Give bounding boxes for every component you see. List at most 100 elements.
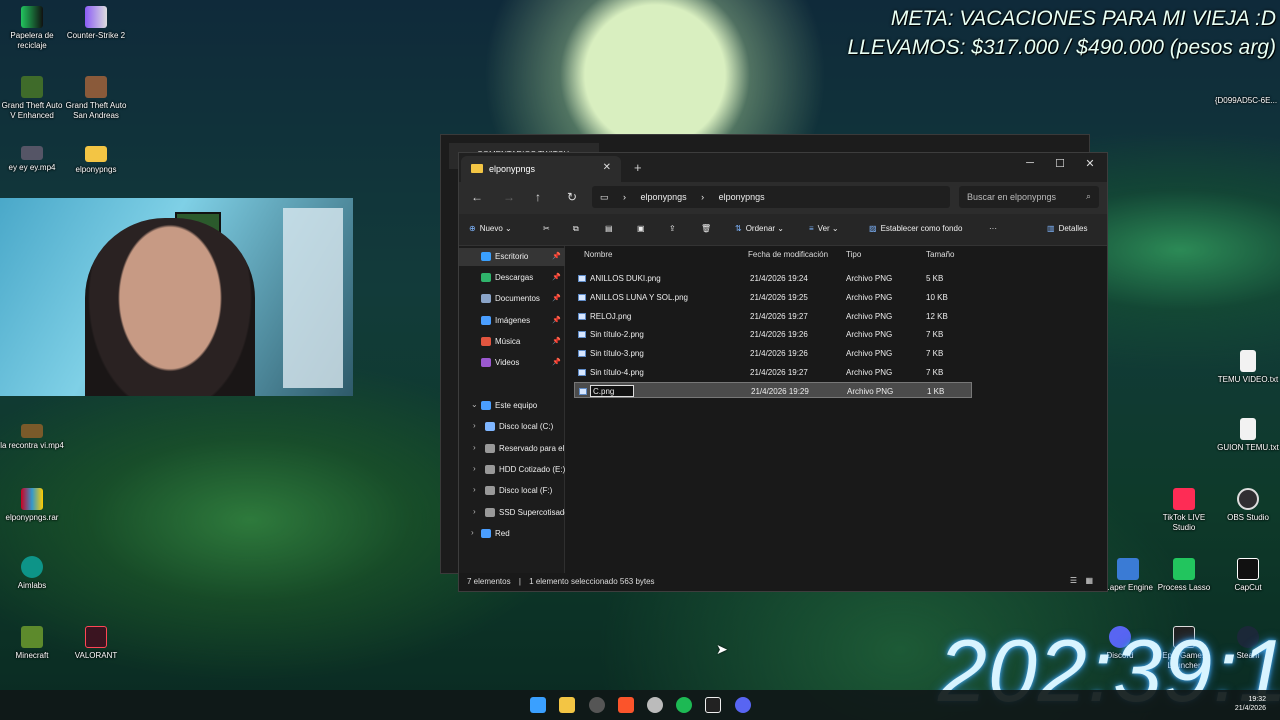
desktop-icon-recycle-bin[interactable]: Papelera de reciclaje <box>0 6 64 51</box>
desktop-icon-valorant[interactable]: VALORANT <box>64 626 128 661</box>
nav-item-red[interactable]: › Red <box>459 525 565 543</box>
maximize-icon[interactable]: ☐ <box>1045 157 1075 170</box>
desktop-icon-video-1[interactable]: ey ey ey.mp4 <box>0 146 64 173</box>
tab-elponypngs[interactable]: elponypngs ✕ <box>461 156 621 182</box>
capcut-taskbar-icon[interactable] <box>705 697 721 713</box>
desktop-icon-gta-v[interactable]: Grand Theft Auto V Enhanced <box>0 76 64 121</box>
column-header-date[interactable]: Fecha de modificación <box>748 250 828 259</box>
nav-item-ssd[interactable]: › SSD Supercotisado <box>459 504 565 522</box>
desktop-icon-aimlabs[interactable]: Aimlabs <box>0 556 64 591</box>
text-file-icon <box>1240 350 1256 372</box>
new-button[interactable]: ⊕ Nuevo ⌄ <box>469 224 512 233</box>
breadcrumb[interactable]: ▭ › elponypngs › elponypngs <box>592 186 950 208</box>
nav-item-disco-c[interactable]: › Disco local (C:) <box>459 418 565 436</box>
up-arrow-icon[interactable]: ↑ <box>535 190 541 204</box>
search-input[interactable]: Buscar en elponypngs ⌕ <box>959 186 1099 208</box>
share-icon[interactable]: ⇪ <box>669 224 676 233</box>
desktop-icon-tiktok-live[interactable]: TikTok LIVE Studio <box>1152 488 1216 533</box>
nav-item-hdd-e[interactable]: › HDD Cotizado (E:) <box>459 461 565 479</box>
column-header-type[interactable]: Tipo <box>846 250 861 259</box>
breadcrumb-item[interactable]: elponypngs <box>641 192 687 202</box>
chevron-right-icon: › <box>473 443 476 452</box>
steam-taskbar-icon[interactable] <box>589 697 605 713</box>
videos-icon <box>481 358 491 367</box>
set-background-button[interactable]: ▨ Establecer como fondo <box>869 224 962 233</box>
start-windows-icon[interactable] <box>530 697 546 713</box>
table-row[interactable]: Sin título-2.png 21/4/2026 19:26 Archivo P… <box>574 326 972 342</box>
title-bar[interactable]: elponypngs ✕ + ─ ☐ ✕ <box>459 153 1107 182</box>
desktop-icon-video-2[interactable]: la recontra vi.mp4 <box>0 424 64 451</box>
file-explorer-icon[interactable] <box>559 697 575 713</box>
desktop-icon-rar[interactable]: elponypngs.rar <box>0 488 64 523</box>
network-icon <box>481 529 491 538</box>
desktop-icon-minecraft[interactable]: Minecraft <box>0 626 64 661</box>
rename-input[interactable]: C.png <box>590 385 634 397</box>
table-row[interactable]: Sin título-4.png 21/4/2026 19:27 Archivo P… <box>574 364 972 380</box>
chevron-right-icon: › <box>701 192 705 202</box>
spotify-icon[interactable] <box>676 697 692 713</box>
table-row-selected[interactable]: C.png 21/4/2026 19:29 Archivo PNG 1 KB <box>574 382 972 398</box>
breadcrumb-item[interactable]: elponypngs <box>719 192 765 202</box>
pin-icon: 📌 <box>552 359 561 366</box>
nav-item-descargas[interactable]: Descargas 📌 <box>459 269 565 287</box>
delete-icon[interactable]: 🗑 <box>701 224 711 233</box>
pin-icon: 📌 <box>552 295 561 302</box>
nav-item-reservado[interactable]: › Reservado para el <box>459 440 565 458</box>
rename-icon[interactable]: ▣ <box>637 224 645 233</box>
nav-item-este-equipo[interactable]: ⌄ Este equipo <box>459 397 565 415</box>
sort-button[interactable]: ⇅ Ordenar ⌄ <box>735 224 784 233</box>
back-arrow-icon[interactable]: ← <box>471 190 483 204</box>
nav-item-escritorio[interactable]: Escritorio 📌 <box>459 248 565 266</box>
desktop-icon-capcut[interactable]: CapCut <box>1216 558 1280 593</box>
desktop-icon-obs[interactable]: OBS Studio <box>1216 488 1280 523</box>
table-row[interactable]: Sin título-3.png 21/4/2026 19:26 Archivo P… <box>574 345 972 361</box>
desktop-icon-gta-sa[interactable]: Grand Theft Auto San Andreas <box>64 76 128 121</box>
nav-item-musica[interactable]: Música 📌 <box>459 333 565 351</box>
cut-icon[interactable]: ✂ <box>543 224 550 233</box>
navigation-pane: Escritorio 📌 Descargas 📌 Documentos 📌 Imáge… <box>459 246 565 573</box>
system-tray-clock[interactable]: 19:32 21/4/2026 <box>1235 695 1266 713</box>
table-row[interactable]: ANILLOS LUNA Y SOL.png 21/4/2026 19:25 Arc… <box>574 289 972 305</box>
paste-icon[interactable]: ▤ <box>605 224 613 233</box>
details-view-icon[interactable]: ☰ <box>1070 576 1077 585</box>
minimize-icon[interactable]: ─ <box>1015 157 1045 169</box>
close-tab-icon[interactable]: ✕ <box>603 162 611 173</box>
gta-sa-icon <box>85 76 107 98</box>
chevron-right-icon: › <box>623 192 627 202</box>
column-header-size[interactable]: Tamaño <box>926 250 954 259</box>
copy-icon[interactable]: ⧉ <box>573 224 579 234</box>
desktop-icon <box>481 252 491 261</box>
desktop-icon-cs2[interactable]: Counter-Strike 2 <box>64 6 128 41</box>
folder-icon <box>471 164 483 173</box>
file-explorer-window[interactable]: elponypngs ✕ + ─ ☐ ✕ ← → ↑ ↻ ▭ › elponyp… <box>458 152 1108 592</box>
forward-arrow-icon[interactable]: → <box>503 190 515 204</box>
brave-browser-icon[interactable] <box>618 697 634 713</box>
nav-item-disco-f[interactable]: › Disco local (F:) <box>459 482 565 500</box>
rar-archive-icon <box>21 488 43 510</box>
desktop-icon-guid-file[interactable]: {D099AD5C-6E... <box>1214 96 1278 106</box>
pictures-icon <box>481 316 491 325</box>
close-window-icon[interactable]: ✕ <box>1075 157 1105 170</box>
refresh-icon[interactable]: ↻ <box>567 190 577 204</box>
view-icon: ≡ <box>809 224 814 233</box>
streamer <box>85 218 255 396</box>
tiles-view-icon[interactable]: ▦ <box>1085 576 1093 585</box>
ccleaner-icon[interactable] <box>647 697 663 713</box>
view-button[interactable]: ≡ Ver ⌄ <box>809 224 839 233</box>
desktop-icon-process-lasso[interactable]: Process Lasso <box>1152 558 1216 593</box>
column-header-name[interactable]: Nombre <box>584 250 612 259</box>
nav-item-videos[interactable]: Videos 📌 <box>459 354 565 372</box>
desktop-icon-guion-temu[interactable]: GUION TEMU.txt <box>1216 418 1280 453</box>
desktop-icon-folder-elponypngs[interactable]: elponypngs <box>64 146 128 175</box>
discord-taskbar-icon[interactable] <box>735 697 751 713</box>
pin-icon: 📌 <box>552 253 561 260</box>
tray-time: 19:32 <box>1248 696 1266 703</box>
nav-item-documentos[interactable]: Documentos 📌 <box>459 290 565 308</box>
desktop-icon-temu-video[interactable]: TEMU VIDEO.txt <box>1216 350 1280 385</box>
details-button[interactable]: ▥ Detalles <box>1047 224 1087 233</box>
new-tab-icon[interactable]: + <box>634 160 642 175</box>
table-row[interactable]: RELOJ.png 21/4/2026 19:27 Archivo PNG 12 KB <box>574 308 972 324</box>
nav-item-imagenes[interactable]: Imágenes 📌 <box>459 312 565 330</box>
table-row[interactable]: ANILLOS DUKI.png 21/4/2026 19:24 Archivo P… <box>574 270 972 286</box>
more-options-icon[interactable]: ··· <box>989 224 997 233</box>
